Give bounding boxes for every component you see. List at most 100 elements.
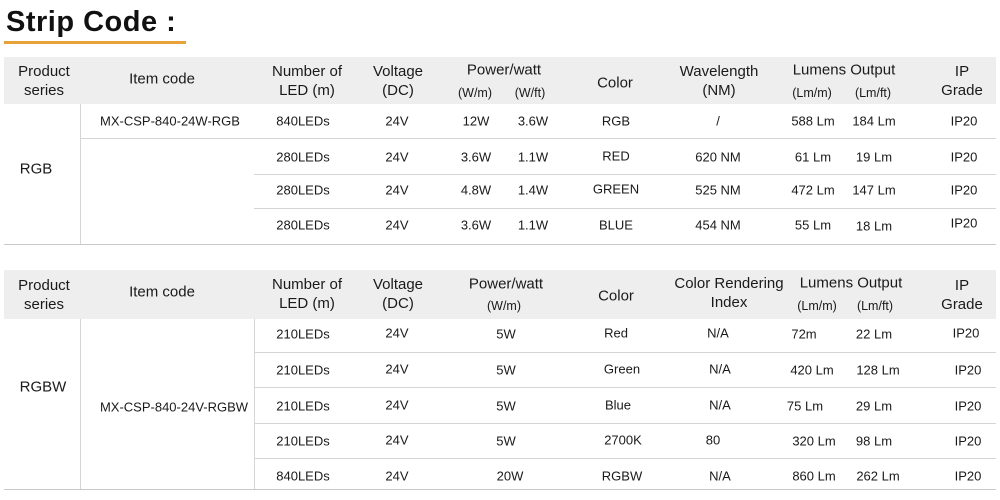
lumens-lm-m: 860 Lm xyxy=(792,468,836,484)
lumens-lm-ft: 262 Lm xyxy=(856,468,900,484)
header-color: Color xyxy=(598,287,634,305)
lumens-lm-m: 420 Lm xyxy=(790,362,834,378)
power-value: 20W xyxy=(496,468,524,484)
header-power-watt: Power/watt xyxy=(466,61,542,79)
lumens-lm-m: 472 Lm xyxy=(791,182,835,198)
column-divider xyxy=(254,319,255,489)
header-number-of-led: Number of LED (m) xyxy=(271,276,343,312)
rgbw-spec-table: Product series Item code Number of LED (m)… xyxy=(4,270,996,490)
power-w-ft: 1.1W xyxy=(517,217,549,233)
led-count: 280LEDs xyxy=(276,182,330,198)
header-item-code: Item code xyxy=(129,283,195,301)
power-w-ft: 1.4W xyxy=(517,182,549,198)
cri-value: 80 xyxy=(705,432,721,448)
wavelength-value: 525 NM xyxy=(695,182,741,198)
led-count: 210LEDs xyxy=(276,433,330,449)
lumens-lm-ft: 147 Lm xyxy=(852,182,896,198)
title-underline xyxy=(4,41,186,44)
item-code: MX-CSP-840-24W-RGB xyxy=(100,113,240,129)
header-lumens-lm-ft: (Lm/ft) xyxy=(854,86,892,100)
rgb-spec-table: Product series Item code Number of LED (m)… xyxy=(4,57,996,245)
header-power-w-m: (W/m) xyxy=(457,86,493,100)
header-power-watt: Power/watt xyxy=(468,275,544,293)
header-lumens-lm-m: (Lm/m) xyxy=(792,86,832,100)
led-count: 210LEDs xyxy=(276,398,330,414)
lumens-lm-ft: 98 Lm xyxy=(855,433,893,449)
color-value: BLUE xyxy=(599,217,633,233)
color-value: Green xyxy=(603,361,641,377)
led-count: 840LEDs xyxy=(276,113,330,129)
cri-value: N/A xyxy=(707,325,729,341)
led-count: 210LEDs xyxy=(276,326,330,342)
voltage-value: 24V xyxy=(385,149,409,165)
voltage-value: 24V xyxy=(385,217,409,233)
led-count: 210LEDs xyxy=(276,362,330,378)
voltage-value: 24V xyxy=(385,468,409,484)
lumens-lm-m: 55 Lm xyxy=(794,217,832,233)
led-count: 280LEDs xyxy=(276,149,330,165)
lumens-lm-m: 72m xyxy=(791,326,817,342)
cri-value: N/A xyxy=(709,361,731,377)
power-value: 5W xyxy=(496,362,516,378)
power-w-ft: 3.6W xyxy=(517,113,549,129)
voltage-value: 24V xyxy=(385,397,409,413)
color-value: Red xyxy=(604,325,628,341)
color-value: GREEN xyxy=(592,181,640,197)
header-ip-grade: IP Grade xyxy=(941,277,983,313)
table-bottom-rule xyxy=(4,489,996,490)
header-ip-grade: IP Grade xyxy=(941,63,983,99)
ip-grade-value: IP20 xyxy=(950,149,978,165)
lumens-lm-ft: 22 Lm xyxy=(855,326,893,342)
column-divider xyxy=(80,319,81,489)
row-divider xyxy=(254,352,996,353)
wavelength-value: 454 NM xyxy=(695,217,741,233)
lumens-lm-ft: 18 Lm xyxy=(855,218,893,234)
series-name: RGBW xyxy=(19,378,67,396)
row-divider xyxy=(254,423,996,424)
header-lumens-lm-m: (Lm/m) xyxy=(797,299,837,313)
row-divider xyxy=(254,174,996,175)
power-w-m: 3.6W xyxy=(460,149,492,165)
header-product-series: Product series xyxy=(18,277,70,313)
power-value: 5W xyxy=(496,398,516,414)
color-value: Blue xyxy=(604,397,632,413)
header-voltage: Voltage (DC) xyxy=(372,276,424,312)
power-value: 5W xyxy=(496,326,516,342)
header-lumens-output: Lumens Output xyxy=(799,274,903,292)
lumens-lm-ft: 128 Lm xyxy=(856,362,900,378)
color-value: RGB xyxy=(601,113,631,129)
header-item-code: Item code xyxy=(129,70,195,88)
voltage-value: 24V xyxy=(385,325,409,341)
power-value: 5W xyxy=(496,433,516,449)
header-lumens-output: Lumens Output xyxy=(792,61,896,79)
row-divider xyxy=(80,138,996,139)
header-voltage: Voltage (DC) xyxy=(372,63,424,99)
power-w-m: 12W xyxy=(462,113,490,129)
header-number-of-led: Number of LED (m) xyxy=(271,63,343,99)
led-count: 280LEDs xyxy=(276,217,330,233)
led-count: 840LEDs xyxy=(276,468,330,484)
color-value: RED xyxy=(602,148,630,164)
lumens-lm-ft: 19 Lm xyxy=(855,149,893,165)
column-divider xyxy=(80,104,81,244)
color-value: 2700K xyxy=(604,432,642,448)
header-product-series: Product series xyxy=(18,63,70,99)
voltage-value: 24V xyxy=(385,182,409,198)
voltage-value: 24V xyxy=(385,432,409,448)
lumens-lm-m: 320 Lm xyxy=(792,433,836,449)
lumens-lm-m: 61 Lm xyxy=(794,149,832,165)
ip-grade-value: IP20 xyxy=(952,325,980,341)
cri-value: N/A xyxy=(709,397,731,413)
series-name: RGB xyxy=(19,160,53,178)
power-w-m: 4.8W xyxy=(460,182,492,198)
header-wavelength: Wavelength (NM) xyxy=(679,63,759,99)
header-color-rendering-index: Color Rendering Index xyxy=(674,275,784,311)
cri-value: N/A xyxy=(709,468,731,484)
row-divider xyxy=(254,208,996,209)
ip-grade-value: IP20 xyxy=(950,113,978,129)
row-divider xyxy=(254,458,996,459)
ip-grade-value: IP20 xyxy=(954,468,982,484)
ip-grade-value: IP20 xyxy=(950,182,978,198)
header-power-w-ft: (W/ft) xyxy=(514,86,546,100)
wavelength-value: / xyxy=(716,113,720,129)
